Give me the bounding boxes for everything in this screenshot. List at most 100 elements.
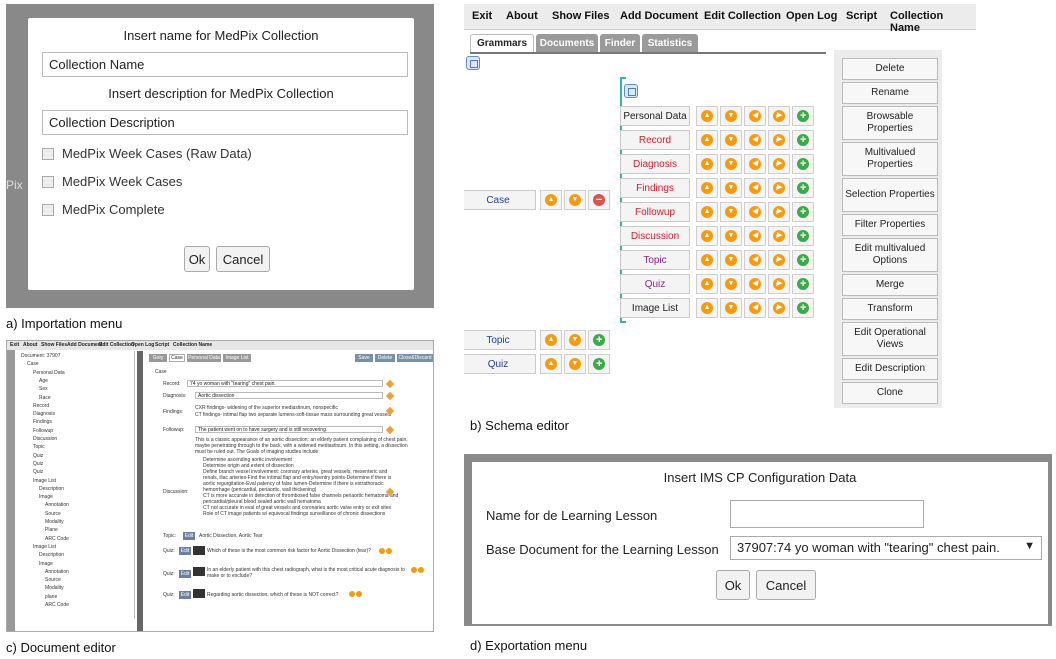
down-arrow-icon[interactable] [386, 548, 392, 554]
add-button[interactable] [792, 274, 814, 294]
move-down-button[interactable] [720, 106, 742, 126]
move-right-button[interactable] [768, 226, 790, 246]
tree-item[interactable]: Personal Data [33, 370, 65, 376]
edit-button[interactable]: Edit [179, 547, 191, 555]
tree-item[interactable]: Source [45, 577, 61, 583]
lesson-name-input[interactable] [730, 500, 924, 528]
node-record[interactable]: Record [620, 130, 690, 150]
add-button[interactable] [792, 250, 814, 270]
move-right-button[interactable] [768, 130, 790, 150]
move-up-button[interactable] [696, 274, 718, 294]
menu-open-log[interactable]: Open Log [786, 10, 837, 22]
up-arrow-icon[interactable] [411, 567, 417, 573]
menu-exit[interactable]: Exit [10, 342, 19, 348]
tab-documents[interactable]: Documents [536, 34, 598, 52]
rename-button[interactable]: Rename [842, 82, 938, 104]
menu-collection-name[interactable]: Collection Name [173, 342, 212, 348]
add-button[interactable] [588, 330, 610, 350]
checkbox-box[interactable] [42, 175, 54, 188]
move-down-button[interactable] [564, 354, 586, 374]
tree-item[interactable]: ARC Code [45, 536, 69, 542]
ok-button[interactable]: Ok [184, 246, 210, 272]
add-button[interactable] [792, 154, 814, 174]
checkbox-complete[interactable]: MedPix Complete [42, 202, 165, 217]
edit-operational-views-button[interactable]: Edit Operational Views [842, 322, 938, 356]
node-personal-data[interactable]: Personal Data [620, 106, 690, 126]
move-left-button[interactable] [744, 154, 766, 174]
clone-button[interactable]: Clone [842, 382, 938, 404]
node-quiz[interactable]: Quiz [620, 274, 690, 294]
move-right-button[interactable] [768, 178, 790, 198]
move-down-button[interactable] [720, 202, 742, 222]
checkbox-box[interactable] [42, 203, 54, 216]
add-button[interactable] [792, 226, 814, 246]
add-button[interactable] [588, 354, 610, 374]
tree-item[interactable]: Modality [45, 585, 64, 591]
transform-button[interactable]: Transform [842, 298, 938, 320]
menu-exit[interactable]: Exit [472, 10, 492, 22]
move-left-button[interactable] [744, 106, 766, 126]
pencil-icon[interactable] [385, 379, 395, 389]
down-arrow-icon[interactable] [356, 591, 362, 597]
move-left-button[interactable] [744, 202, 766, 222]
menu-show-files[interactable]: Show Files [552, 10, 609, 22]
move-up-button[interactable] [696, 250, 718, 270]
tree-item[interactable]: Followup [33, 428, 53, 434]
tree-item[interactable]: Quiz [33, 469, 43, 475]
move-right-button[interactable] [768, 298, 790, 318]
add-button[interactable] [792, 106, 814, 126]
menu-script[interactable]: Script [155, 342, 169, 348]
move-up-button[interactable] [696, 178, 718, 198]
node-diagnosis[interactable]: Diagnosis [620, 154, 690, 174]
node-followup[interactable]: Followup [620, 202, 690, 222]
menu-edit-collection[interactable]: Edit Collection [99, 342, 134, 348]
menu-about[interactable]: About [23, 342, 37, 348]
move-down-button[interactable] [720, 154, 742, 174]
tree-item[interactable]: plane [45, 594, 57, 600]
filter-properties-button[interactable]: Filter Properties [842, 214, 938, 236]
tree-item[interactable]: Sex [39, 386, 48, 392]
node-case[interactable]: Case [464, 190, 536, 210]
node-discussion[interactable]: Discussion [620, 226, 690, 246]
down-arrow-icon[interactable] [418, 567, 424, 573]
menu-collection-name[interactable]: Collection Name [890, 10, 976, 34]
node-topic[interactable]: Topic [620, 250, 690, 270]
edit-button[interactable]: Edit [179, 570, 191, 578]
move-left-button[interactable] [744, 274, 766, 294]
browsable-properties-button[interactable]: Browsable Properties [842, 106, 938, 140]
tab-grey[interactable]: Grey [149, 354, 167, 362]
delete-button[interactable]: Delete [375, 354, 395, 362]
move-up-button[interactable] [696, 298, 718, 318]
move-right-button[interactable] [768, 202, 790, 222]
selection-properties-button[interactable]: Selection Properties [842, 178, 938, 212]
move-right-button[interactable] [768, 250, 790, 270]
tree-item[interactable]: Image List [33, 544, 56, 550]
tree-item[interactable]: Quiz [33, 461, 43, 467]
menu-edit-collection[interactable]: Edit Collection [704, 10, 781, 22]
move-down-button[interactable] [720, 274, 742, 294]
tab-image-list[interactable]: Image List [223, 354, 251, 362]
pencil-icon[interactable] [385, 391, 395, 401]
move-up-button[interactable] [696, 202, 718, 222]
collapse-icon[interactable] [624, 84, 638, 98]
menu-about[interactable]: About [506, 10, 538, 22]
move-left-button[interactable] [744, 298, 766, 318]
close-discard-button[interactable]: Close&Discard [397, 354, 433, 362]
base-document-select[interactable]: 37907:74 yo woman with "tearing" chest p… [730, 536, 1042, 560]
move-down-button[interactable] [720, 250, 742, 270]
move-right-button[interactable] [768, 274, 790, 294]
cancel-button[interactable]: Cancel [216, 246, 270, 272]
tab-personal-data[interactable]: Personal Data [187, 354, 221, 362]
add-button[interactable] [792, 202, 814, 222]
chevron-down-icon[interactable]: ▼ [1024, 540, 1035, 552]
menu-script[interactable]: Script [846, 10, 877, 22]
diagnosis-field[interactable]: Aortic dissection [195, 392, 383, 399]
move-left-button[interactable] [744, 130, 766, 150]
merge-button[interactable]: Merge [842, 274, 938, 296]
tree-item[interactable]: Document: 37907 [21, 353, 60, 359]
move-down-button[interactable] [720, 178, 742, 198]
move-left-button[interactable] [744, 250, 766, 270]
up-arrow-icon[interactable] [349, 591, 355, 597]
multivalued-properties-button[interactable]: Multivalued Properties [842, 142, 938, 176]
tree-item[interactable]: Discussion [33, 436, 57, 442]
